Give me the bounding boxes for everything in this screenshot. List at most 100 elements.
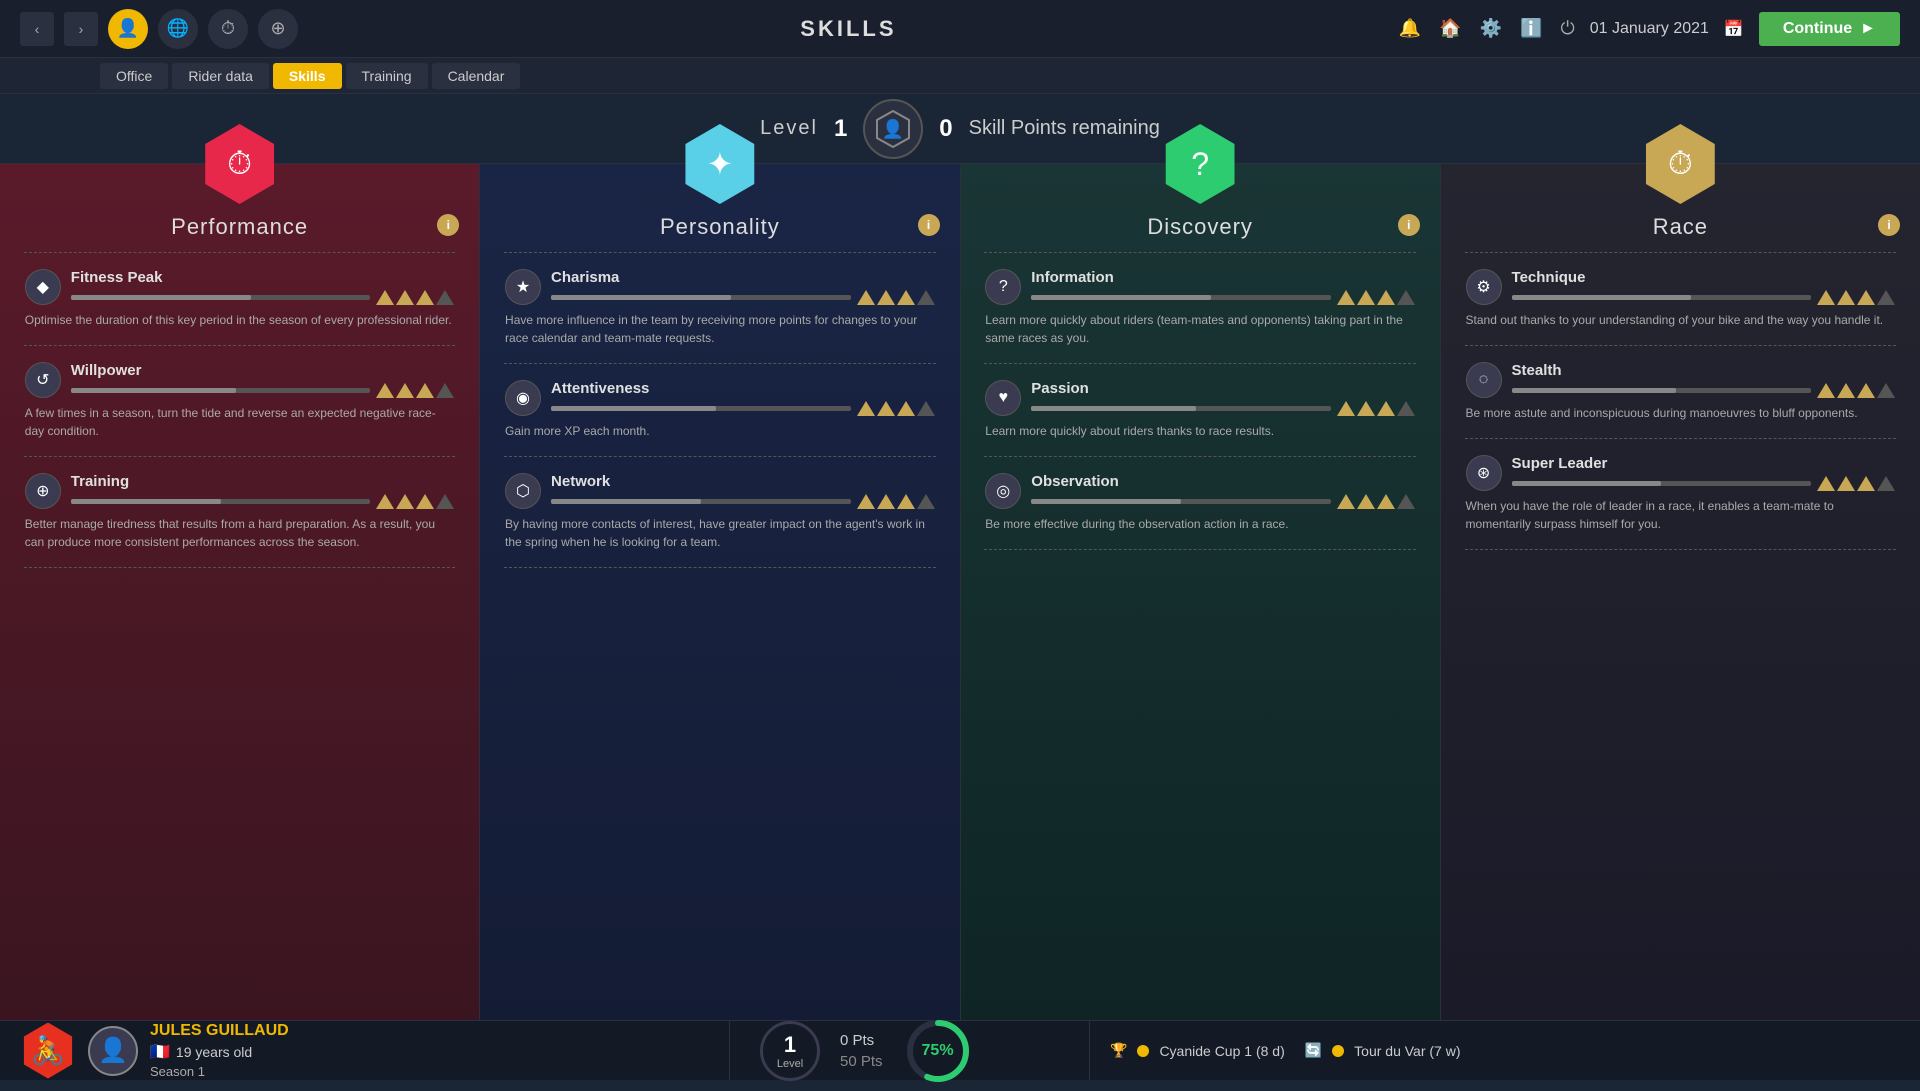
- rider-avatar: 👤: [88, 1026, 138, 1076]
- globe-icon-button[interactable]: 🌐: [158, 9, 198, 49]
- progress-circle: 75%: [903, 1016, 973, 1086]
- trophy-icon: 🏆: [1110, 1042, 1127, 1059]
- rider-season: Season 1: [150, 1064, 289, 1079]
- charisma-icon: ★: [505, 269, 541, 305]
- race-info-badge[interactable]: i: [1878, 214, 1900, 236]
- passion-desc: Learn more quickly about riders thanks t…: [985, 422, 1415, 440]
- rider-panel: 🚴 👤 JULES GUILLAUD 🇫🇷 19 years old Seaso…: [0, 1021, 730, 1080]
- attentiveness-name: Attentiveness: [551, 380, 935, 397]
- nav-forward-button[interactable]: ›: [64, 12, 98, 46]
- card-personality: ✦ i Personality ★ Charisma Have more inf…: [480, 164, 960, 1020]
- skill-stealth: ◌ Stealth Be more astute and inconspicuo…: [1458, 352, 1904, 432]
- observation-name: Observation: [1031, 473, 1415, 490]
- information-icon: ?: [985, 269, 1021, 305]
- skill-points-value: 0: [939, 115, 952, 143]
- willpower-name: Willpower: [71, 362, 455, 379]
- performance-title: Performance: [171, 214, 308, 240]
- pts-current: 0 Pts: [840, 1032, 883, 1049]
- page-title: SKILLS: [800, 16, 896, 42]
- subnav-calendar[interactable]: Calendar: [432, 63, 521, 89]
- observation-desc: Be more effective during the observation…: [985, 515, 1415, 533]
- discovery-info-badge[interactable]: i: [1398, 214, 1420, 236]
- subnav-office[interactable]: Office: [100, 63, 168, 89]
- rider-age: 🇫🇷 19 years old: [150, 1042, 289, 1062]
- races-panel: 🏆 Cyanide Cup 1 (8 d) 🔄 Tour du Var (7 w…: [1090, 1021, 1920, 1080]
- race-item-1: 🏆 Cyanide Cup 1 (8 d): [1110, 1042, 1285, 1059]
- subnav-training[interactable]: Training: [346, 63, 428, 89]
- race-dot-1: [1137, 1045, 1149, 1057]
- subnav-rider-data[interactable]: Rider data: [172, 63, 269, 89]
- rider-name: JULES GUILLAUD: [150, 1022, 289, 1040]
- calendar-icon[interactable]: 📅: [1724, 19, 1744, 39]
- top-icons: 🔔 🏠 ⚙️ ℹ️ ⏻: [1399, 18, 1575, 39]
- main-content: ⏱ i Performance ◆ Fitness Peak Optimise …: [0, 164, 1920, 1020]
- rider-icon-button[interactable]: 👤: [108, 9, 148, 49]
- network-name: Network: [551, 473, 935, 490]
- level-label: Level: [760, 117, 818, 140]
- top-bar: ‹ › 👤 🌐 ⏱ ⊕ SKILLS 🔔 🏠 ⚙️ ℹ️ ⏻ 01 Januar…: [0, 0, 1920, 58]
- skill-network: ⬡ Network By having more contacts of int…: [497, 463, 943, 561]
- level-avatar: 👤: [863, 99, 923, 159]
- technique-desc: Stand out thanks to your understanding o…: [1466, 311, 1896, 329]
- race-label-2: Tour du Var (7 w): [1354, 1043, 1460, 1059]
- subnav-skills[interactable]: Skills: [273, 63, 342, 89]
- team-icon-button[interactable]: ⊕: [258, 9, 298, 49]
- level-panel: 1 Level 0 Pts 50 Pts 75%: [730, 1021, 1090, 1080]
- skill-super-leader: ⊛ Super Leader When you have the role of…: [1458, 445, 1904, 543]
- performance-info-badge[interactable]: i: [437, 214, 459, 236]
- fitness-peak-name: Fitness Peak: [71, 269, 455, 286]
- willpower-desc: A few times in a season, turn the tide a…: [25, 404, 455, 440]
- charisma-name: Charisma: [551, 269, 935, 286]
- nav-back-button[interactable]: ‹: [20, 12, 54, 46]
- card-discovery: ? i Discovery ? Information Learn more q…: [961, 164, 1441, 1020]
- info-icon[interactable]: ℹ️: [1520, 18, 1542, 39]
- training-name: Training: [71, 473, 455, 490]
- bottom-bar: 🚴 👤 JULES GUILLAUD 🇫🇷 19 years old Seaso…: [0, 1020, 1920, 1080]
- pts-info: 0 Pts 50 Pts: [840, 1032, 883, 1070]
- card-race: ⏱ i Race ⚙ Technique Stand out thanks to…: [1441, 164, 1920, 1020]
- bell-icon[interactable]: 🔔: [1399, 18, 1421, 39]
- skill-passion: ♥ Passion Learn more quickly about rider…: [977, 370, 1423, 450]
- personality-title: Personality: [660, 214, 780, 240]
- top-bar-right: 🔔 🏠 ⚙️ ℹ️ ⏻ 01 January 2021 📅 Continue ►: [1399, 12, 1900, 46]
- information-name: Information: [1031, 269, 1415, 286]
- gear-icon[interactable]: ⚙️: [1480, 18, 1502, 39]
- level-circle: 1 Level: [760, 1021, 820, 1081]
- skill-fitness-peak: ◆ Fitness Peak Optimise the duration of …: [17, 259, 463, 339]
- level-bar: Level 1 👤 0 Skill Points remaining: [0, 94, 1920, 164]
- skill-willpower: ↺ Willpower A few times in a season, tur…: [17, 352, 463, 450]
- discovery-title: Discovery: [1147, 214, 1253, 240]
- skill-points-label: Skill Points remaining: [969, 117, 1160, 140]
- skill-technique: ⚙ Technique Stand out thanks to your und…: [1458, 259, 1904, 339]
- level-value: 1: [834, 115, 847, 143]
- rider-flag: 🇫🇷: [150, 1042, 170, 1062]
- race-title: Race: [1653, 214, 1708, 240]
- super-leader-desc: When you have the role of leader in a ra…: [1466, 497, 1896, 533]
- power-icon[interactable]: ⏻: [1560, 18, 1574, 39]
- skill-attentiveness: ◉ Attentiveness Gain more XP each month.: [497, 370, 943, 450]
- training-icon: ⊕: [25, 473, 61, 509]
- continue-button[interactable]: Continue ►: [1759, 12, 1900, 46]
- observation-icon: ◎: [985, 473, 1021, 509]
- fitness-peak-desc: Optimise the duration of this key period…: [25, 311, 455, 329]
- home-icon[interactable]: 🏠: [1439, 18, 1461, 39]
- information-desc: Learn more quickly about riders (team-ma…: [985, 311, 1415, 347]
- super-leader-icon: ⊛: [1466, 455, 1502, 491]
- stealth-icon: ◌: [1466, 362, 1502, 398]
- technique-icon: ⚙: [1466, 269, 1502, 305]
- fitness-peak-icon: ◆: [25, 269, 61, 305]
- passion-icon: ♥: [985, 380, 1021, 416]
- clock-icon-button[interactable]: ⏱: [208, 9, 248, 49]
- willpower-icon: ↺: [25, 362, 61, 398]
- skill-training: ⊕ Training Better manage tiredness that …: [17, 463, 463, 561]
- date-display: 01 January 2021: [1590, 20, 1709, 38]
- progress-text: 75%: [922, 1042, 954, 1060]
- super-leader-name: Super Leader: [1512, 455, 1896, 472]
- attentiveness-icon: ◉: [505, 380, 541, 416]
- race-dot-2: [1332, 1045, 1344, 1057]
- rider-info: JULES GUILLAUD 🇫🇷 19 years old Season 1: [150, 1022, 289, 1079]
- personality-info-badge[interactable]: i: [918, 214, 940, 236]
- pts-total: 50 Pts: [840, 1053, 883, 1070]
- sub-nav: Office Rider data Skills Training Calend…: [0, 58, 1920, 94]
- chevron-right-icon: ►: [1860, 20, 1876, 38]
